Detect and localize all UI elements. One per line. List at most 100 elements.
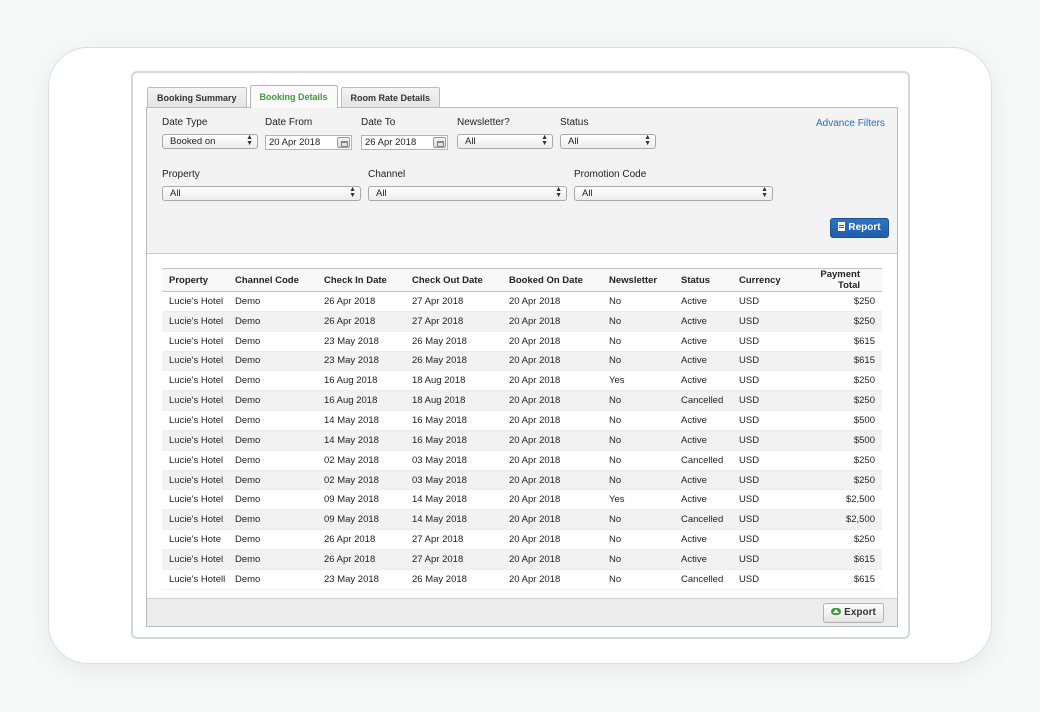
advance-filters-link[interactable]: Advance Filters <box>816 118 885 129</box>
table-row[interactable]: Lucie's Hotel Demo 09 May 2018 14 May 2018 2… <box>162 509 882 531</box>
cell-payment-total: $615 <box>790 351 882 372</box>
date-to-input[interactable]: 26 Apr 2018 <box>361 135 448 150</box>
cell-channel-code: Demo <box>228 351 317 372</box>
newsletter-select[interactable]: All ▲ ▼ <box>457 134 553 149</box>
cell-status: Cancelled <box>674 390 732 412</box>
sort-arrows-icon: ▲ ▼ <box>246 134 253 147</box>
tab-booking-summary[interactable]: Booking Summary <box>147 87 247 108</box>
cell-newsletter: No <box>602 351 674 372</box>
column-header-check-in-date[interactable]: Check In Date <box>317 268 405 292</box>
table-row[interactable]: Lucie's Hotel Demo 16 Aug 2018 18 Aug 2018 2… <box>162 370 882 392</box>
tab-booking-details[interactable]: Booking Details <box>249 85 338 108</box>
date-to-label: Date To <box>361 117 396 128</box>
calendar-icon[interactable] <box>337 137 350 148</box>
cell-status: Active <box>674 470 732 491</box>
cell-property: Lucie's Hotel <box>162 549 228 570</box>
report-button[interactable]: Report <box>830 218 889 238</box>
table-row[interactable]: Lucie's Hotel Demo 26 Apr 2018 27 Apr 2018 2… <box>162 311 882 332</box>
table-row[interactable]: Lucie's Hotel Demo 14 May 2018 16 May 2018 2… <box>162 430 882 451</box>
cell-check-out-date: 26 May 2018 <box>405 351 502 372</box>
promotion-code-value: All <box>582 188 593 199</box>
cell-booked-on-date: 20 Apr 2018 <box>502 410 602 431</box>
column-header-currency[interactable]: Currency <box>732 268 790 292</box>
cell-newsletter: No <box>602 331 674 352</box>
cell-status: Cancelled <box>674 569 732 590</box>
property-select[interactable]: All ▲ ▼ <box>162 186 361 201</box>
export-button[interactable]: Export <box>823 603 884 623</box>
sort-arrows-icon: ▲ ▼ <box>555 186 562 199</box>
column-header-check-out-date[interactable]: Check Out Date <box>405 268 502 292</box>
cell-newsletter: No <box>602 410 674 431</box>
cell-payment-total: $615 <box>790 331 882 352</box>
tab-room-rate-details[interactable]: Room Rate Details <box>340 87 441 108</box>
cell-newsletter: No <box>602 390 674 412</box>
status-value: All <box>568 136 579 147</box>
cell-property: Lucie's Hotel <box>162 489 228 511</box>
status-label: Status <box>560 117 589 128</box>
column-header-payment-total[interactable]: Payment Total <box>790 268 882 292</box>
cell-newsletter: No <box>602 549 674 570</box>
cell-check-in-date: 26 Apr 2018 <box>317 549 405 570</box>
column-header-status[interactable]: Status <box>674 268 732 292</box>
cell-payment-total: $250 <box>790 291 882 312</box>
cell-newsletter: No <box>602 450 674 471</box>
status-select[interactable]: All ▲ ▼ <box>560 134 656 149</box>
table-row[interactable]: Lucie's Hotel Demo 09 May 2018 14 May 2018 2… <box>162 489 882 511</box>
table-row[interactable]: Lucie's Hotel Demo 02 May 2018 03 May 2018 2… <box>162 470 882 491</box>
sort-arrows-icon: ▲ ▼ <box>541 134 548 147</box>
channel-select[interactable]: All ▲ ▼ <box>368 186 567 201</box>
cell-booked-on-date: 20 Apr 2018 <box>502 489 602 511</box>
table-row[interactable]: Lucie's Hotel Demo 14 May 2018 16 May 2018 2… <box>162 410 882 431</box>
date-type-select[interactable]: Booked on ▲ ▼ <box>162 134 258 149</box>
calendar-icon[interactable] <box>433 137 446 148</box>
cell-payment-total: $250 <box>790 470 882 491</box>
table-row[interactable]: Lucie's Hotell Demo 23 May 2018 26 May 2018… <box>162 569 882 590</box>
cell-property: Lucie's Hotel <box>162 311 228 332</box>
cell-booked-on-date: 20 Apr 2018 <box>502 311 602 332</box>
cell-channel-code: Demo <box>228 450 317 471</box>
cell-payment-total: $250 <box>790 311 882 332</box>
cell-check-out-date: 27 Apr 2018 <box>405 311 502 332</box>
cell-property: Lucie's Hotel <box>162 410 228 431</box>
table-row[interactable]: Lucie's Hotel Demo 16 Aug 2018 18 Aug 2018 2… <box>162 390 882 412</box>
cell-payment-total: $2,500 <box>790 509 882 531</box>
table-row[interactable]: Lucie's Hotel Demo 23 May 2018 26 May 2018 2… <box>162 351 882 372</box>
cell-payment-total: $250 <box>790 390 882 412</box>
cell-check-in-date: 16 Aug 2018 <box>317 370 405 392</box>
cell-status: Active <box>674 351 732 372</box>
date-type-value: Booked on <box>170 136 216 147</box>
cell-payment-total: $250 <box>790 529 882 550</box>
cell-currency: USD <box>732 470 790 491</box>
table-row[interactable]: Lucie's Hotel Demo 26 Apr 2018 27 Apr 2018 2… <box>162 291 882 312</box>
cell-property: Lucie's Hotel <box>162 470 228 491</box>
table-row[interactable]: Lucie's Hotel Demo 23 May 2018 26 May 2018 2… <box>162 331 882 352</box>
export-button-label: Export <box>844 607 876 618</box>
column-header-newsletter[interactable]: Newsletter <box>602 268 674 292</box>
table-row[interactable]: Lucie's Hotel Demo 26 Apr 2018 27 Apr 2018 2… <box>162 549 882 570</box>
cell-check-in-date: 02 May 2018 <box>317 450 405 471</box>
cell-payment-total: $615 <box>790 569 882 590</box>
cell-currency: USD <box>732 450 790 471</box>
column-header-property[interactable]: Property <box>162 268 228 292</box>
cell-booked-on-date: 20 Apr 2018 <box>502 331 602 352</box>
filter-panel: Date Type Booked on ▲ ▼ Date From 20 Apr … <box>147 108 897 254</box>
cell-check-out-date: 27 Apr 2018 <box>405 549 502 570</box>
promotion-code-select[interactable]: All ▲ ▼ <box>574 186 773 201</box>
cell-check-out-date: 03 May 2018 <box>405 450 502 471</box>
cell-check-in-date: 23 May 2018 <box>317 569 405 590</box>
cell-booked-on-date: 20 Apr 2018 <box>502 351 602 372</box>
report-button-label: Report <box>848 222 881 233</box>
cell-status: Active <box>674 370 732 392</box>
cell-booked-on-date: 20 Apr 2018 <box>502 569 602 590</box>
cell-status: Cancelled <box>674 509 732 531</box>
cell-check-out-date: 27 Apr 2018 <box>405 291 502 312</box>
column-header-booked-on-date[interactable]: Booked On Date <box>502 268 602 292</box>
newsletter-value: All <box>465 136 476 147</box>
cell-check-out-date: 26 May 2018 <box>405 569 502 590</box>
date-from-input[interactable]: 20 Apr 2018 <box>265 135 352 150</box>
column-header-channel-code[interactable]: Channel Code <box>228 268 317 292</box>
table-row[interactable]: Lucie's Hote Demo 26 Apr 2018 27 Apr 2018 20… <box>162 529 882 550</box>
cell-currency: USD <box>732 291 790 312</box>
cell-currency: USD <box>732 489 790 511</box>
table-row[interactable]: Lucie's Hotel Demo 02 May 2018 03 May 2018 2… <box>162 450 882 471</box>
